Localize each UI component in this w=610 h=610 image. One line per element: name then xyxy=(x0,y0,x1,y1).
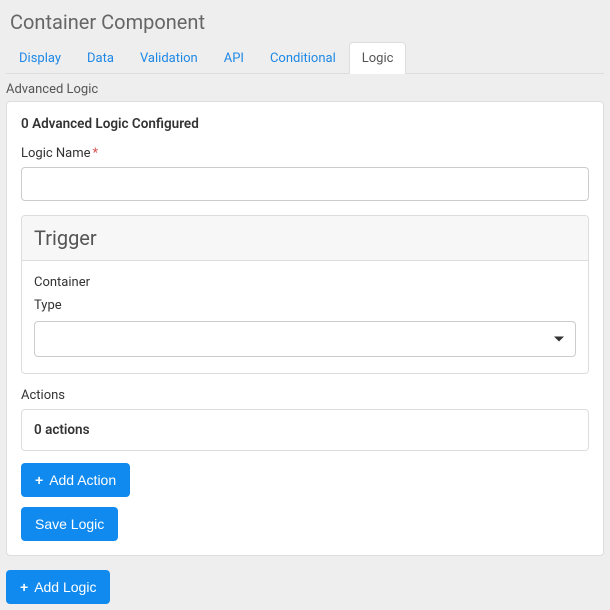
save-logic-button[interactable]: Save Logic xyxy=(21,507,118,541)
trigger-type-select[interactable] xyxy=(34,321,576,357)
actions-count: 0 actions xyxy=(21,409,589,451)
tab-display[interactable]: Display xyxy=(6,42,74,74)
logic-name-input[interactable] xyxy=(21,167,589,201)
add-action-label: Add Action xyxy=(49,472,116,488)
page-title: Container Component xyxy=(6,6,604,42)
tab-api[interactable]: API xyxy=(211,42,257,74)
tab-validation[interactable]: Validation xyxy=(127,42,211,74)
tab-data[interactable]: Data xyxy=(74,42,127,74)
logic-panel: 0 Advanced Logic Configured Logic Name* … xyxy=(6,101,604,556)
save-logic-label: Save Logic xyxy=(35,516,104,532)
add-action-button[interactable]: + Add Action xyxy=(21,463,130,497)
required-star-icon: * xyxy=(93,146,99,161)
trigger-header: Trigger xyxy=(22,216,588,261)
tab-conditional[interactable]: Conditional xyxy=(257,42,349,74)
tab-logic[interactable]: Logic xyxy=(349,42,407,74)
plus-icon: + xyxy=(20,580,28,594)
plus-icon: + xyxy=(35,473,43,487)
trigger-card: Trigger Container Type xyxy=(21,215,589,374)
trigger-type-select-wrap xyxy=(34,321,576,357)
section-label: Advanced Logic xyxy=(6,74,604,101)
trigger-type-label: Type xyxy=(34,298,576,313)
add-logic-button[interactable]: + Add Logic xyxy=(6,570,110,604)
add-logic-label: Add Logic xyxy=(34,579,96,595)
actions-label: Actions xyxy=(21,388,589,403)
trigger-container-label: Container xyxy=(34,275,576,290)
logic-count-header: 0 Advanced Logic Configured xyxy=(21,116,589,132)
tabs: Display Data Validation API Conditional … xyxy=(6,42,604,74)
logic-name-label-text: Logic Name xyxy=(21,146,91,161)
logic-name-label: Logic Name* xyxy=(21,146,589,161)
